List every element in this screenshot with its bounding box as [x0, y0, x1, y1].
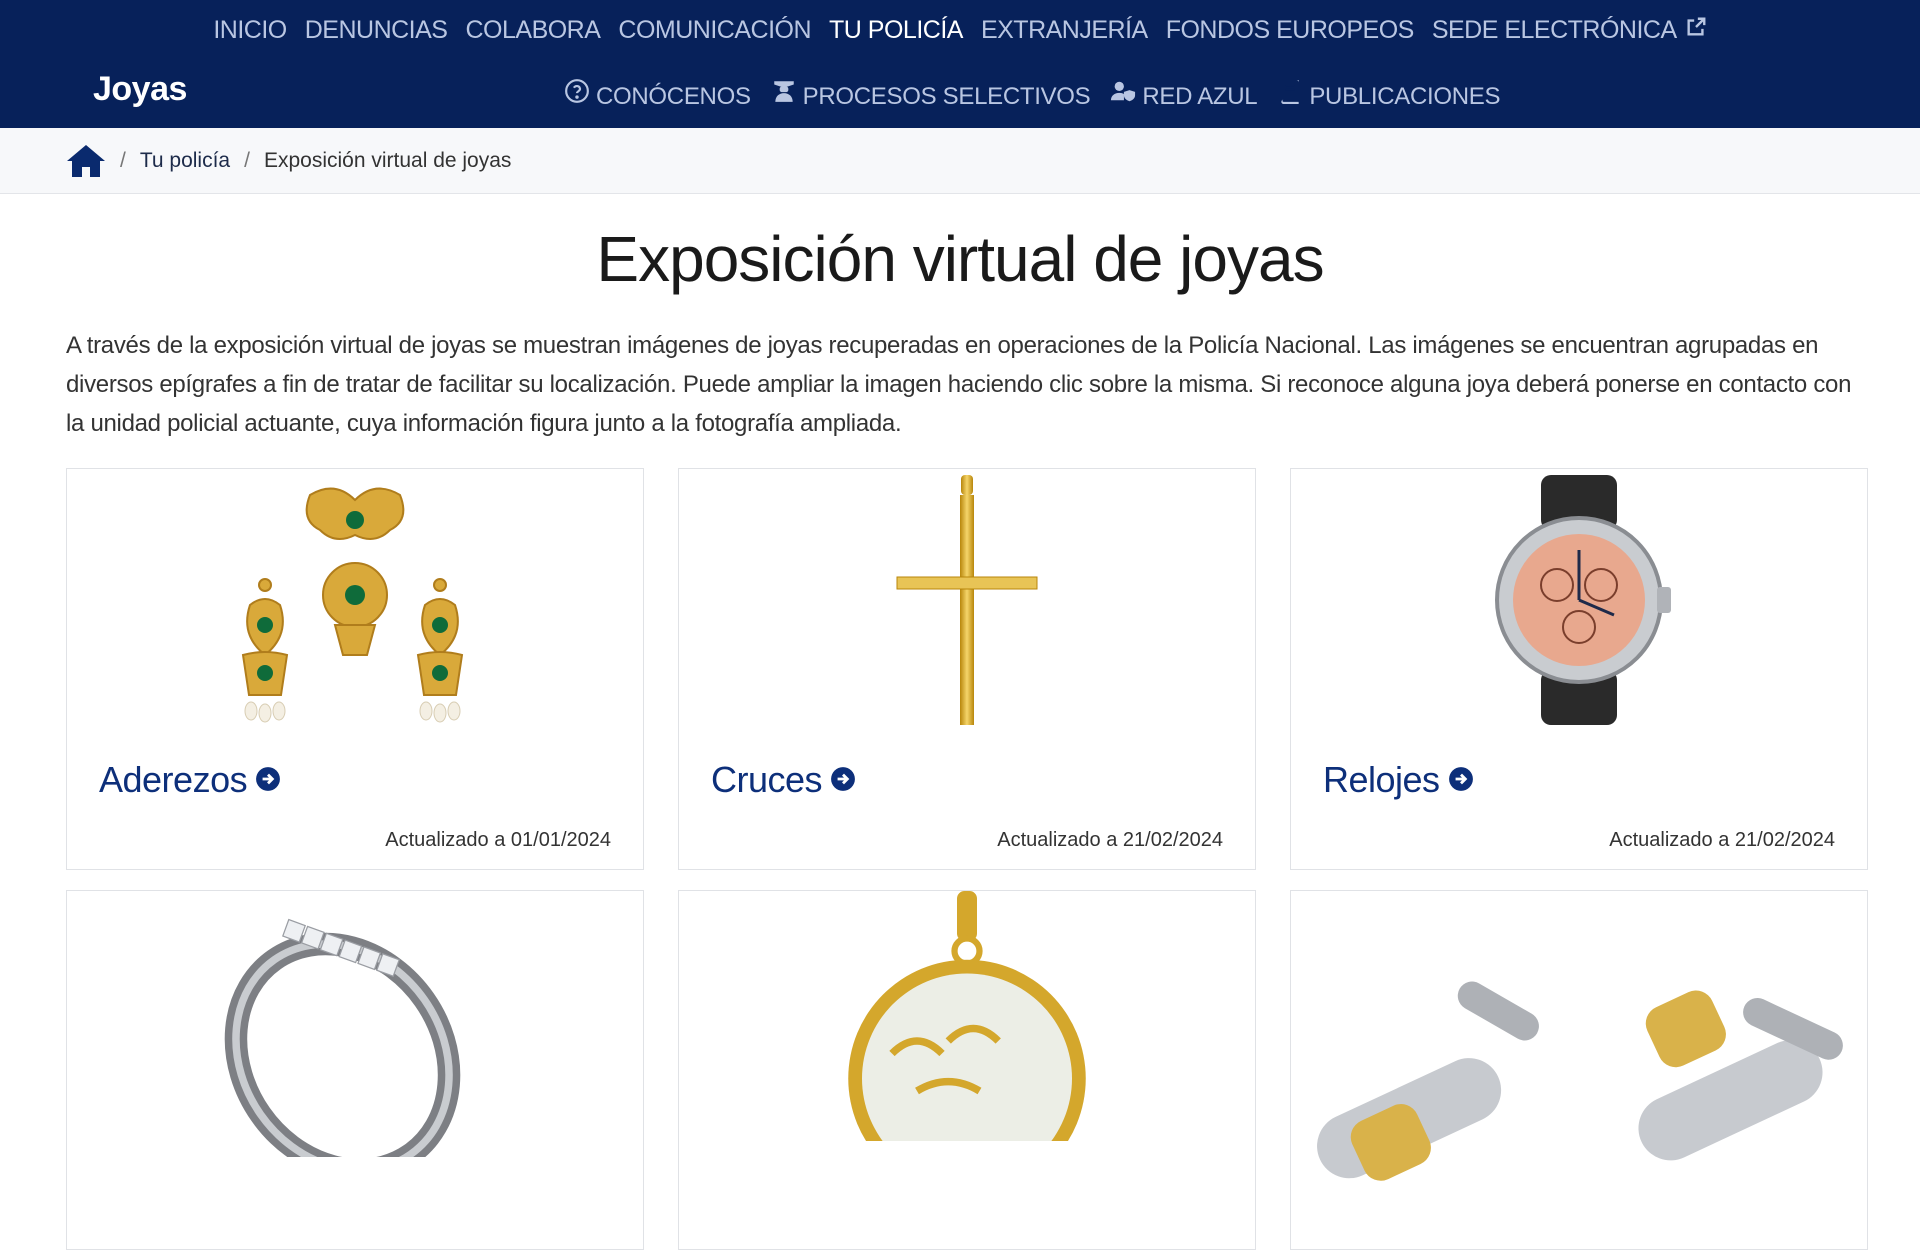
site-header: INICIO DENUNCIAS COLABORA COMUNICACIÓN T…	[0, 0, 1920, 128]
category-card-aderezos[interactable]: Aderezos Actualizado a 01/01/2024	[66, 468, 644, 870]
category-link-aderezos[interactable]: Aderezos	[99, 759, 281, 801]
site-title: Joyas	[93, 70, 187, 108]
main-nav: INICIO DENUNCIAS COLABORA COMUNICACIÓN T…	[0, 10, 1920, 50]
category-link-relojes[interactable]: Relojes	[1323, 759, 1474, 801]
aderezos-image[interactable]	[67, 469, 643, 731]
nav-colabora[interactable]: COLABORA	[465, 10, 600, 50]
ring-image[interactable]	[67, 891, 643, 1157]
nav-inicio[interactable]: INICIO	[213, 10, 287, 50]
breadcrumb-separator: /	[244, 148, 250, 172]
category-card-gemelos[interactable]	[1290, 890, 1868, 1250]
category-grid: Aderezos Actualizado a 01/01/2024 Cruces	[66, 468, 1868, 1250]
updated-date: Actualizado a 21/02/2024	[1609, 829, 1835, 851]
cufflinks-image[interactable]	[1291, 891, 1867, 1181]
intro-text: A través de la exposición virtual de joy…	[66, 332, 1852, 437]
page-title: Exposición virtual de joyas	[596, 223, 1324, 295]
arrow-circle-right-icon	[830, 759, 856, 801]
category-card-anillos[interactable]	[66, 890, 644, 1250]
breadcrumb-separator: /	[120, 148, 126, 172]
nav-fondos-europeos[interactable]: FONDOS EUROPEOS	[1166, 10, 1415, 50]
relojes-image[interactable]	[1291, 469, 1867, 731]
breadcrumb-current: Exposición virtual de joyas	[263, 148, 512, 172]
arrow-circle-right-icon	[1448, 759, 1474, 801]
category-card-relojes[interactable]: Relojes Actualizado a 21/02/2024	[1290, 468, 1868, 870]
breadcrumb: / Tu policía / Exposición virtual de joy…	[0, 128, 1920, 194]
breadcrumb-home[interactable]	[66, 143, 106, 179]
updated-date: Actualizado a 01/01/2024	[385, 829, 611, 851]
arrow-circle-right-icon	[255, 759, 281, 801]
book-icon	[1277, 78, 1303, 115]
category-link-cruces[interactable]: Cruces	[711, 759, 856, 801]
nav-denuncias[interactable]: DENUNCIAS	[305, 10, 448, 50]
nav-tu-policia[interactable]: TU POLICÍA	[829, 10, 963, 50]
home-icon	[66, 143, 106, 179]
updated-date: Actualizado a 21/02/2024	[997, 829, 1223, 851]
nav-comunicacion[interactable]: COMUNICACIÓN	[618, 10, 811, 50]
category-card-cruces[interactable]: Cruces Actualizado a 21/02/2024	[678, 468, 1256, 870]
subnav-publicaciones[interactable]: PUBLICACIONES	[1277, 78, 1500, 115]
cruces-image[interactable]	[679, 469, 1255, 731]
external-link-icon	[1685, 10, 1707, 50]
subnav-conocenos[interactable]: CONÓCENOS	[564, 78, 751, 115]
nav-sede-electronica[interactable]: SEDE ELECTRÓNICA	[1432, 10, 1707, 50]
category-card-medallas[interactable]	[678, 890, 1256, 1250]
sub-nav: CONÓCENOS PROCESOS SELECTIVOS RED AZUL P…	[564, 78, 1500, 115]
medal-image[interactable]	[679, 891, 1255, 1153]
user-shield-icon	[1110, 78, 1136, 115]
graduate-icon	[771, 78, 797, 115]
subnav-red-azul[interactable]: RED AZUL	[1110, 78, 1258, 115]
question-circle-icon	[564, 78, 590, 115]
subnav-procesos-selectivos[interactable]: PROCESOS SELECTIVOS	[771, 78, 1091, 115]
nav-extranjeria[interactable]: EXTRANJERÍA	[981, 10, 1148, 50]
breadcrumb-tu-policia[interactable]: Tu policía	[140, 149, 230, 173]
